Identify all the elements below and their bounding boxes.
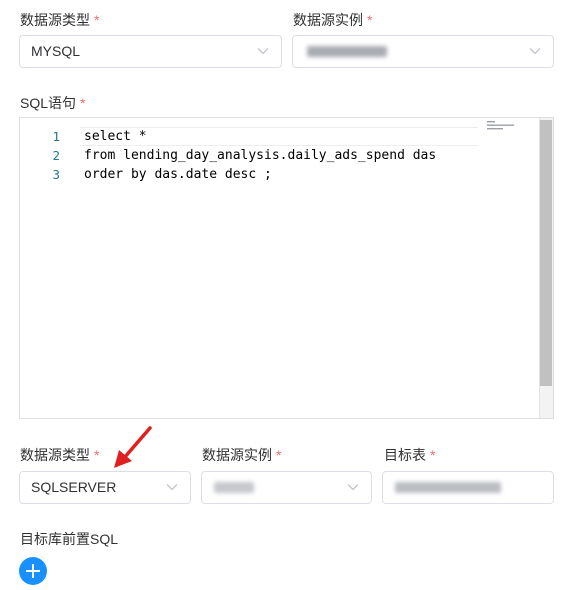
red-arrow-icon — [114, 426, 152, 468]
datasource-instance-label-text: 数据源实例 — [293, 12, 363, 28]
target-datasource-type-select[interactable]: SQLSERVER — [19, 471, 191, 504]
line-number: 3 — [52, 167, 60, 182]
sql-label: SQL语句 * — [20, 93, 85, 113]
sql-label-text: SQL语句 — [20, 95, 77, 111]
chevron-down-icon — [347, 484, 359, 491]
editor-scrollbar[interactable] — [539, 118, 553, 418]
required-mark: * — [94, 12, 100, 28]
target-datasource-instance-label: 数据源实例 * — [202, 445, 281, 465]
code-text: select * — [84, 129, 147, 144]
target-table-label: 目标表 * — [384, 445, 435, 465]
required-mark: * — [367, 12, 373, 28]
datasource-type-label-text: 数据源类型 — [20, 12, 90, 28]
line-number: 1 — [52, 129, 60, 144]
redacted-value — [214, 482, 254, 493]
required-mark: * — [94, 447, 100, 463]
target-datasource-instance-label-text: 数据源实例 — [202, 447, 272, 463]
required-mark: * — [80, 95, 86, 111]
add-pre-sql-button[interactable] — [19, 557, 47, 585]
target-table-label-text: 目标表 — [384, 447, 426, 463]
minimap[interactable] — [486, 120, 516, 132]
redacted-value — [307, 46, 387, 57]
line-number: 2 — [52, 148, 60, 163]
target-datasource-instance-select[interactable] — [201, 471, 372, 504]
datasource-instance-label: 数据源实例 * — [293, 10, 372, 30]
required-mark: * — [276, 447, 282, 463]
code-text: order by das.date desc ; — [84, 167, 272, 182]
chevron-down-icon — [166, 484, 178, 491]
plus-icon — [32, 564, 34, 578]
pre-sql-label: 目标库前置SQL — [20, 529, 118, 549]
editor-scrollbar-thumb[interactable] — [540, 120, 552, 386]
datasource-type-label: 数据源类型 * — [20, 10, 99, 30]
sql-editor[interactable]: 1 select * 2 from lending_day_analysis.d… — [19, 117, 554, 419]
redacted-value — [395, 482, 501, 493]
required-mark: * — [430, 447, 436, 463]
datasource-type-value: MYSQL — [31, 43, 81, 59]
datasource-instance-select[interactable] — [292, 35, 554, 68]
target-table-input[interactable] — [382, 471, 554, 504]
target-datasource-type-label-text: 数据源类型 — [20, 447, 90, 463]
chevron-down-icon — [257, 48, 269, 55]
target-datasource-type-value: SQLSERVER — [31, 479, 117, 495]
chevron-down-icon — [529, 48, 541, 55]
code-text: from lending_day_analysis.daily_ads_spen… — [84, 148, 437, 163]
datasource-type-select[interactable]: MYSQL — [19, 35, 282, 68]
target-datasource-type-label: 数据源类型 * — [20, 445, 99, 465]
pre-sql-label-text: 目标库前置SQL — [20, 531, 119, 547]
